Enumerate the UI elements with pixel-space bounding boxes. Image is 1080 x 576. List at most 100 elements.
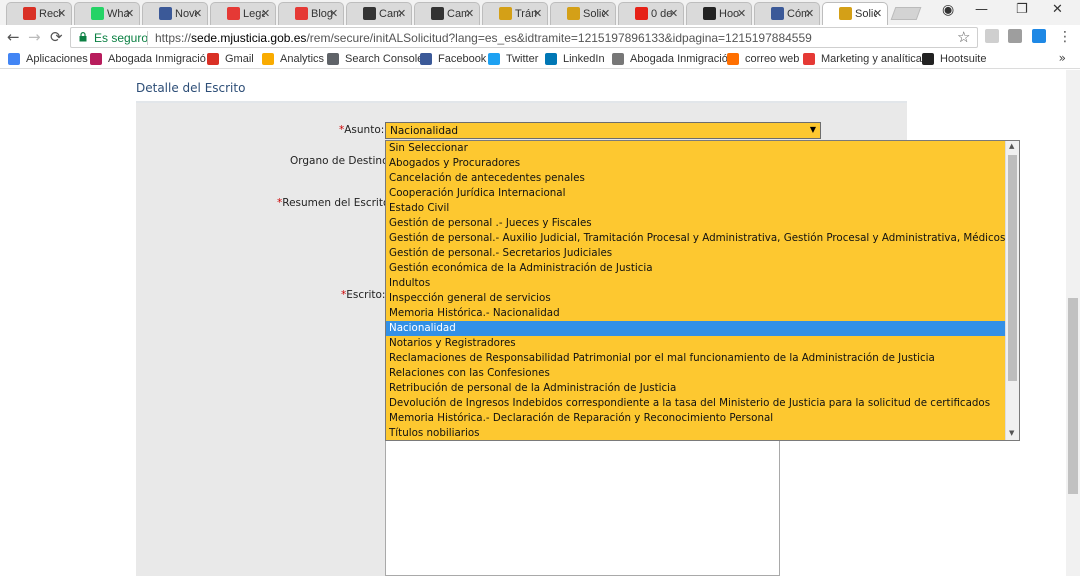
close-tab-icon[interactable]: ✕ xyxy=(329,7,338,20)
whatsapp-icon xyxy=(91,7,104,20)
new-tab-button[interactable] xyxy=(890,7,922,20)
page-scroll-thumb[interactable] xyxy=(1068,298,1078,494)
dropdown-option[interactable]: Cooperación Jurídica Internacional xyxy=(386,186,1006,201)
dropdown-option[interactable]: Abogados y Procuradores xyxy=(386,156,1006,171)
browser-tab[interactable]: 0 de ✕ xyxy=(618,2,684,25)
close-tab-icon[interactable]: ✕ xyxy=(193,7,202,20)
browser-tab[interactable]: Hoo ✕ xyxy=(686,2,752,25)
page-scrollbar[interactable] xyxy=(1066,70,1080,576)
bookmark-label: Abogada Inmigración xyxy=(630,53,734,65)
close-tab-icon[interactable]: ✕ xyxy=(397,7,406,20)
bookmark-item[interactable]: LinkedIn xyxy=(545,52,605,66)
menu-icon[interactable]: ⋮ xyxy=(1058,28,1072,46)
bookmarks-more-button[interactable]: » xyxy=(1059,51,1066,65)
asunto-dropdown-list[interactable]: Títulos nobiliarios Memoria Histórica.- D… xyxy=(385,140,1020,441)
dropdown-option[interactable]: Gestión económica de la Administración d… xyxy=(386,261,1006,276)
dropdown-scrollbar[interactable]: ▲ ▼ xyxy=(1005,141,1019,440)
bookmark-item[interactable]: Abogada Inmigració xyxy=(90,52,206,66)
url-text[interactable]: https://sede.mjusticia.gob.es/rem/secure… xyxy=(155,31,812,45)
asunto-select[interactable]: Nacionalidad ▼ xyxy=(385,122,821,139)
extension-icon[interactable] xyxy=(985,29,999,43)
dropdown-scroll-thumb[interactable] xyxy=(1008,155,1017,381)
extension-icon[interactable] xyxy=(1008,29,1022,43)
address-bar[interactable]: Es seguro https://sede.mjusticia.gob.es/… xyxy=(70,27,978,48)
dropdown-option[interactable]: Relaciones con las Confesiones xyxy=(386,366,1006,381)
profile-icon[interactable]: ◉ xyxy=(942,2,954,18)
bookmark-item[interactable]: Abogada Inmigración xyxy=(612,52,734,66)
asunto-select-value: Nacionalidad xyxy=(390,125,459,137)
dropdown-option[interactable]: Títulos nobiliarios xyxy=(386,426,1006,440)
bookmark-item[interactable]: Hootsuite xyxy=(922,52,986,66)
dropdown-option[interactable]: Inspección general de servicios xyxy=(386,291,1006,306)
bookmark-item[interactable]: Twitter xyxy=(488,52,538,66)
bookmark-item[interactable]: Gmail xyxy=(207,52,254,66)
reload-button[interactable]: ⟳ xyxy=(50,28,63,46)
bookmark-star-icon[interactable]: ☆ xyxy=(957,28,970,46)
tab-strip: ◉ — ❐ ✕ Recit✕What✕Nove✕Lega✕Blog✕Cam✕Ca… xyxy=(0,0,1080,25)
browser-tab[interactable]: Cam ✕ xyxy=(346,2,412,25)
bookmark-icon xyxy=(90,53,102,65)
dropdown-option[interactable]: Reclamaciones de Responsabilidad Patrimo… xyxy=(386,351,1006,366)
extension-icon[interactable] xyxy=(1032,29,1046,43)
dropdown-option[interactable]: Sin Seleccionar xyxy=(386,141,1006,156)
browser-tab[interactable]: Solic ✕ xyxy=(822,2,888,25)
close-tab-icon[interactable]: ✕ xyxy=(465,7,474,20)
url-scheme: https:// xyxy=(155,31,192,45)
forward-button[interactable]: → xyxy=(28,28,41,46)
chevron-down-icon[interactable]: ▼ xyxy=(810,125,816,134)
asunto-label: *Asunto: xyxy=(339,124,384,136)
browser-tab[interactable]: Cam ✕ xyxy=(414,2,480,25)
bookmark-label: Hootsuite xyxy=(940,53,987,65)
dropdown-option[interactable]: Gestión de personal.- Auxilio Judicial, … xyxy=(386,231,1006,246)
close-tab-icon[interactable]: ✕ xyxy=(601,7,610,20)
bookmark-label: Search Console xyxy=(345,53,424,65)
browser-tab[interactable]: Recit✕ xyxy=(6,2,72,25)
browser-tab[interactable]: Nove✕ xyxy=(142,2,208,25)
browser-tab[interactable]: Cóm ✕ xyxy=(754,2,820,25)
scroll-up-icon[interactable]: ▲ xyxy=(1009,142,1014,150)
back-button[interactable]: ← xyxy=(7,28,20,46)
restore-button[interactable]: ❐ xyxy=(1016,2,1028,17)
close-tab-icon[interactable]: ✕ xyxy=(669,7,678,20)
resumen-label: *Resumen del Escrito: xyxy=(277,197,393,209)
dropdown-option[interactable]: Nacionalidad xyxy=(386,321,1006,336)
bookmark-item[interactable]: Search Console xyxy=(327,52,423,66)
minimize-button[interactable]: — xyxy=(975,2,988,17)
close-tab-icon[interactable]: ✕ xyxy=(805,7,814,20)
browser-tab[interactable]: Solic ✕ xyxy=(550,2,616,25)
bookmark-item[interactable]: Analytics xyxy=(262,52,324,66)
bookmark-item[interactable]: Marketing y analítica xyxy=(803,52,922,66)
dropdown-option[interactable]: Memoria Histórica.- Declaración de Repar… xyxy=(386,411,1006,426)
browser-tab[interactable]: Blog ✕ xyxy=(278,2,344,25)
close-window-button[interactable]: ✕ xyxy=(1052,2,1063,17)
shield-icon xyxy=(567,7,580,20)
close-tab-icon[interactable]: ✕ xyxy=(533,7,542,20)
browser-tab[interactable]: Lega ✕ xyxy=(210,2,276,25)
escrito-textarea[interactable] xyxy=(385,440,780,576)
shield-icon xyxy=(839,7,852,20)
secure-label: Es seguro xyxy=(94,31,149,45)
bookmark-item[interactable]: correo web xyxy=(727,52,799,66)
close-tab-icon[interactable]: ✕ xyxy=(57,7,66,20)
dropdown-option[interactable]: Cancelación de antecedentes penales xyxy=(386,171,1006,186)
close-tab-icon[interactable]: ✕ xyxy=(261,7,270,20)
dropdown-option[interactable]: Notarios y Registradores xyxy=(386,336,1006,351)
dropdown-option[interactable]: Memoria Histórica.- Nacionalidad xyxy=(386,306,1006,321)
dropdown-option[interactable]: Retribución de personal de la Administra… xyxy=(386,381,1006,396)
flag-icon xyxy=(159,7,172,20)
close-tab-icon[interactable]: ✕ xyxy=(873,7,882,20)
bookmark-item[interactable]: Aplicaciones xyxy=(8,52,88,66)
dropdown-option[interactable]: Estado Civil xyxy=(386,201,1006,216)
dropdown-option[interactable]: Indultos xyxy=(386,276,1006,291)
dropdown-option[interactable]: Devolución de Ingresos Indebidos corresp… xyxy=(386,396,1006,411)
bookmark-item[interactable]: Facebook xyxy=(420,52,486,66)
browser-tab[interactable]: What✕ xyxy=(74,2,140,25)
hootsuite-icon xyxy=(703,7,716,20)
dropdown-option[interactable]: Gestión de personal.- Secretarios Judici… xyxy=(386,246,1006,261)
dropdown-option[interactable]: Gestión de personal .- Jueces y Fiscales xyxy=(386,216,1006,231)
close-tab-icon[interactable]: ✕ xyxy=(737,7,746,20)
twitter-icon xyxy=(488,53,500,65)
close-tab-icon[interactable]: ✕ xyxy=(125,7,134,20)
browser-tab[interactable]: Trám ✕ xyxy=(482,2,548,25)
scroll-down-icon[interactable]: ▼ xyxy=(1009,429,1014,437)
